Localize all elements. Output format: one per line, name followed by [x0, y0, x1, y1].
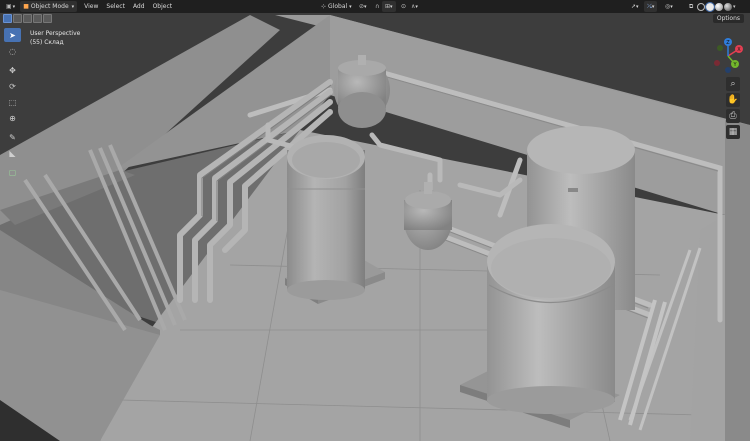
- mode-label: Object Mode: [30, 3, 69, 10]
- magnet-icon: ∩: [375, 3, 380, 10]
- shading-options-chevron-icon[interactable]: ▾: [733, 4, 736, 10]
- axes-icon: ⊹: [321, 3, 327, 10]
- editor-type-icon: ▣: [6, 3, 12, 10]
- shading-solid-icon[interactable]: [705, 1, 715, 12]
- neg-y-axis-icon[interactable]: [717, 45, 723, 51]
- menu-view[interactable]: View: [80, 1, 102, 12]
- camera-icon: ⎙: [729, 111, 737, 121]
- select-extend-icon[interactable]: [13, 14, 22, 23]
- move-icon: ✥: [9, 65, 16, 75]
- chevron-down-icon: ▾: [390, 3, 393, 10]
- z-axis-label: Z: [726, 40, 730, 46]
- camera-view-button[interactable]: ⎙: [726, 109, 740, 123]
- cursor-tool[interactable]: ◌: [4, 44, 21, 58]
- shading-material-icon[interactable]: [715, 2, 723, 11]
- gizmo-toggle[interactable]: ⤯ ▾: [644, 1, 658, 12]
- tool-shelf: ➤ ◌ ✥ ⟳ ⬚ ⊕ ✎ ◣ ▢: [4, 28, 21, 181]
- chevron-down-icon: ▾: [415, 3, 418, 10]
- shading-wireframe-icon[interactable]: [697, 2, 705, 11]
- select-invert-icon[interactable]: [33, 14, 42, 23]
- annotate-tool[interactable]: ✎: [4, 130, 21, 144]
- scale-tool[interactable]: ⬚: [4, 95, 21, 109]
- 3d-cursor-icon: ◌: [9, 46, 16, 56]
- x-axis-label: X: [737, 47, 741, 53]
- move-tool[interactable]: ✥: [4, 63, 21, 77]
- options-button[interactable]: Options: [712, 14, 744, 23]
- zoom-icon: ⌕: [730, 79, 736, 89]
- rotate-tool[interactable]: ⟳: [4, 79, 21, 93]
- neg-z-axis-icon[interactable]: [725, 67, 731, 73]
- ruler-icon: ◣: [9, 148, 16, 158]
- snap-target-dropdown[interactable]: ⊞ ▾: [382, 1, 396, 12]
- zoom-button[interactable]: ⌕: [726, 77, 740, 91]
- editor-type-button[interactable]: ▣ ▾: [3, 1, 18, 12]
- select-subtract-icon[interactable]: [23, 14, 32, 23]
- cube-icon: ▢: [8, 167, 17, 177]
- chevron-down-icon: ▾: [71, 3, 75, 10]
- object-type-visibility-button[interactable]: ➚ ▾: [628, 1, 642, 12]
- orientation-label: Global: [328, 3, 348, 10]
- 3d-viewport[interactable]: User Perspective (55) Склад Options ➤ ◌ …: [0, 13, 750, 441]
- scene-render: [0, 13, 750, 441]
- collection-label: (55) Склад: [30, 39, 64, 46]
- hand-icon: ✋: [727, 95, 739, 105]
- navigation-gizmo[interactable]: X Y Z: [708, 36, 748, 76]
- perspective-label: User Perspective: [30, 30, 81, 37]
- grid-icon: ▦: [728, 127, 738, 137]
- transform-tool[interactable]: ⊕: [4, 111, 21, 125]
- overlays-toggle[interactable]: ◎ ▾: [662, 1, 676, 12]
- viewport-header: ▣ ▾ ■ Object Mode ▾ View Select Add Obje…: [0, 0, 750, 13]
- chevron-down-icon: ▾: [12, 3, 16, 10]
- menu-object[interactable]: Object: [149, 1, 177, 12]
- menu-select[interactable]: Select: [102, 1, 129, 12]
- chevron-down-icon: ▾: [670, 3, 673, 10]
- chevron-down-icon: ▾: [636, 3, 639, 10]
- snap-toggle[interactable]: ∩: [372, 1, 382, 12]
- chevron-down-icon: ▾: [651, 3, 655, 10]
- transform-icon: ⊕: [9, 113, 16, 123]
- select-mode-row: [3, 14, 52, 23]
- shading-rendered-icon[interactable]: [724, 2, 732, 11]
- chevron-down-icon: ▾: [364, 3, 367, 10]
- add-cube-tool[interactable]: ▢: [4, 165, 21, 179]
- cursor-arrow-icon: ➤: [9, 30, 16, 40]
- pivot-point-button[interactable]: ⊘ ▾: [356, 1, 370, 12]
- neg-x-axis-icon[interactable]: [714, 60, 720, 66]
- object-mode-icon: ■: [23, 3, 29, 10]
- select-intersect-icon[interactable]: [43, 14, 52, 23]
- blender-window: ▣ ▾ ■ Object Mode ▾ View Select Add Obje…: [0, 0, 750, 441]
- select-new-icon[interactable]: [3, 14, 12, 23]
- perspective-toggle-button[interactable]: ▦: [726, 125, 740, 139]
- xray-toggle[interactable]: ⧉: [686, 1, 696, 12]
- mode-dropdown[interactable]: ■ Object Mode ▾: [20, 1, 78, 12]
- pencil-icon: ✎: [9, 132, 16, 142]
- transform-orientation-dropdown[interactable]: ⊹ Global ▾: [318, 1, 355, 12]
- menu-add[interactable]: Add: [129, 1, 149, 12]
- xray-icon: ⧉: [689, 2, 694, 10]
- viewport-info: User Perspective (55) Склад: [30, 29, 80, 47]
- scale-icon: ⬚: [8, 97, 17, 107]
- pan-button[interactable]: ✋: [726, 93, 740, 107]
- proportional-falloff-dropdown[interactable]: ∧ ▾: [408, 1, 421, 12]
- proportional-edit-icon: ⊙: [401, 3, 407, 10]
- select-box-tool[interactable]: ➤: [4, 28, 21, 42]
- chevron-down-icon: ▾: [349, 3, 352, 10]
- measure-tool[interactable]: ◣: [4, 146, 21, 160]
- rotate-icon: ⟳: [9, 81, 16, 91]
